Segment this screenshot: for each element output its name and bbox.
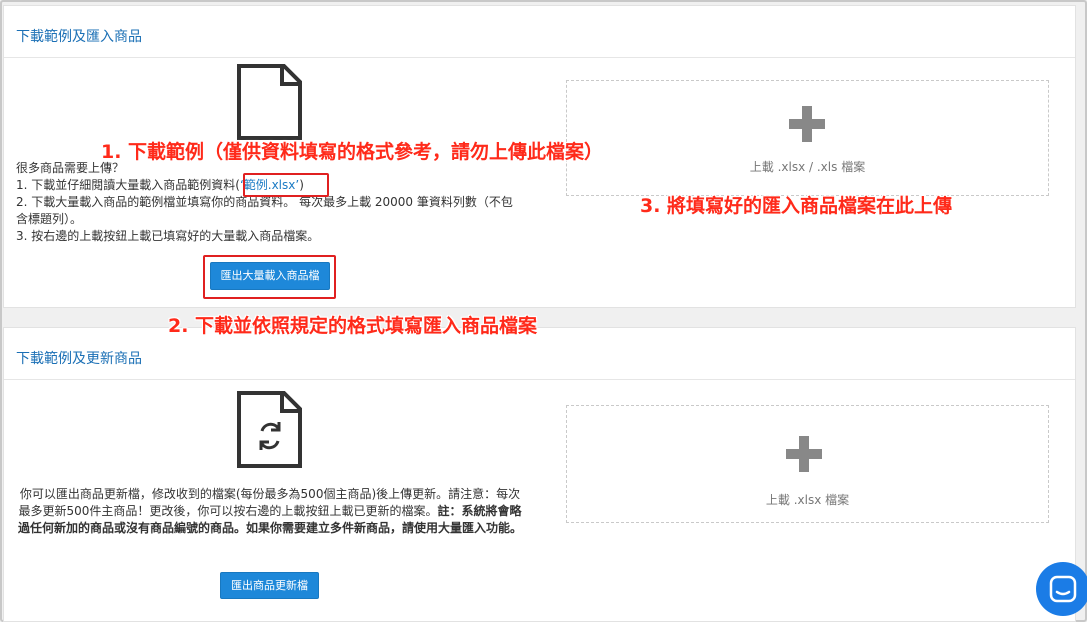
sample-link-highlight-box — [243, 173, 329, 197]
import-upload-area[interactable]: 上載 .xlsx / .xls 檔案 — [566, 80, 1049, 196]
annotation-step3: 3. 將填寫好的匯入商品檔案在此上傳 — [640, 195, 953, 217]
update-upload-area[interactable]: 上載 .xlsx 檔案 — [566, 405, 1049, 523]
update-upload-label: 上載 .xlsx 檔案 — [765, 493, 850, 507]
annotation-step2: 2. 下載並依照規定的格式填寫匯入商品檔案 — [168, 315, 538, 337]
plus-icon — [786, 436, 822, 472]
plus-icon — [789, 106, 825, 142]
chat-icon — [1049, 575, 1077, 603]
export-button-highlight-box — [203, 255, 336, 299]
update-description: 你可以匯出商品更新檔，修改收到的檔案(每份最多為500個主商品)後上傳更新。請注… — [16, 486, 524, 537]
import-upload-label: 上載 .xlsx / .xls 檔案 — [749, 160, 866, 174]
import-desc-line3: 2. 下載大量載入商品的範例檔並填寫你的商品資料。 每次最多上載 20000 筆… — [16, 195, 513, 226]
update-panel-header: 下載範例及更新商品 — [4, 328, 1075, 380]
chat-launcher-button[interactable] — [1036, 562, 1087, 616]
document-icon — [237, 64, 302, 140]
import-desc-line4: 3. 按右邊的上載按鈕上載已填寫好的大量載入商品檔案。 — [16, 229, 320, 243]
annotation-step1: 1. 下載範例（僅供資料填寫的格式參考，請勿上傳此檔案） — [101, 141, 604, 163]
export-product-update-button[interactable]: 匯出商品更新檔 — [220, 572, 319, 599]
document-refresh-icon — [237, 391, 302, 468]
import-panel-title: 下載範例及匯入商品 — [16, 29, 142, 45]
import-panel-header: 下載範例及匯入商品 — [4, 6, 1075, 58]
update-panel-title: 下載範例及更新商品 — [16, 351, 142, 367]
